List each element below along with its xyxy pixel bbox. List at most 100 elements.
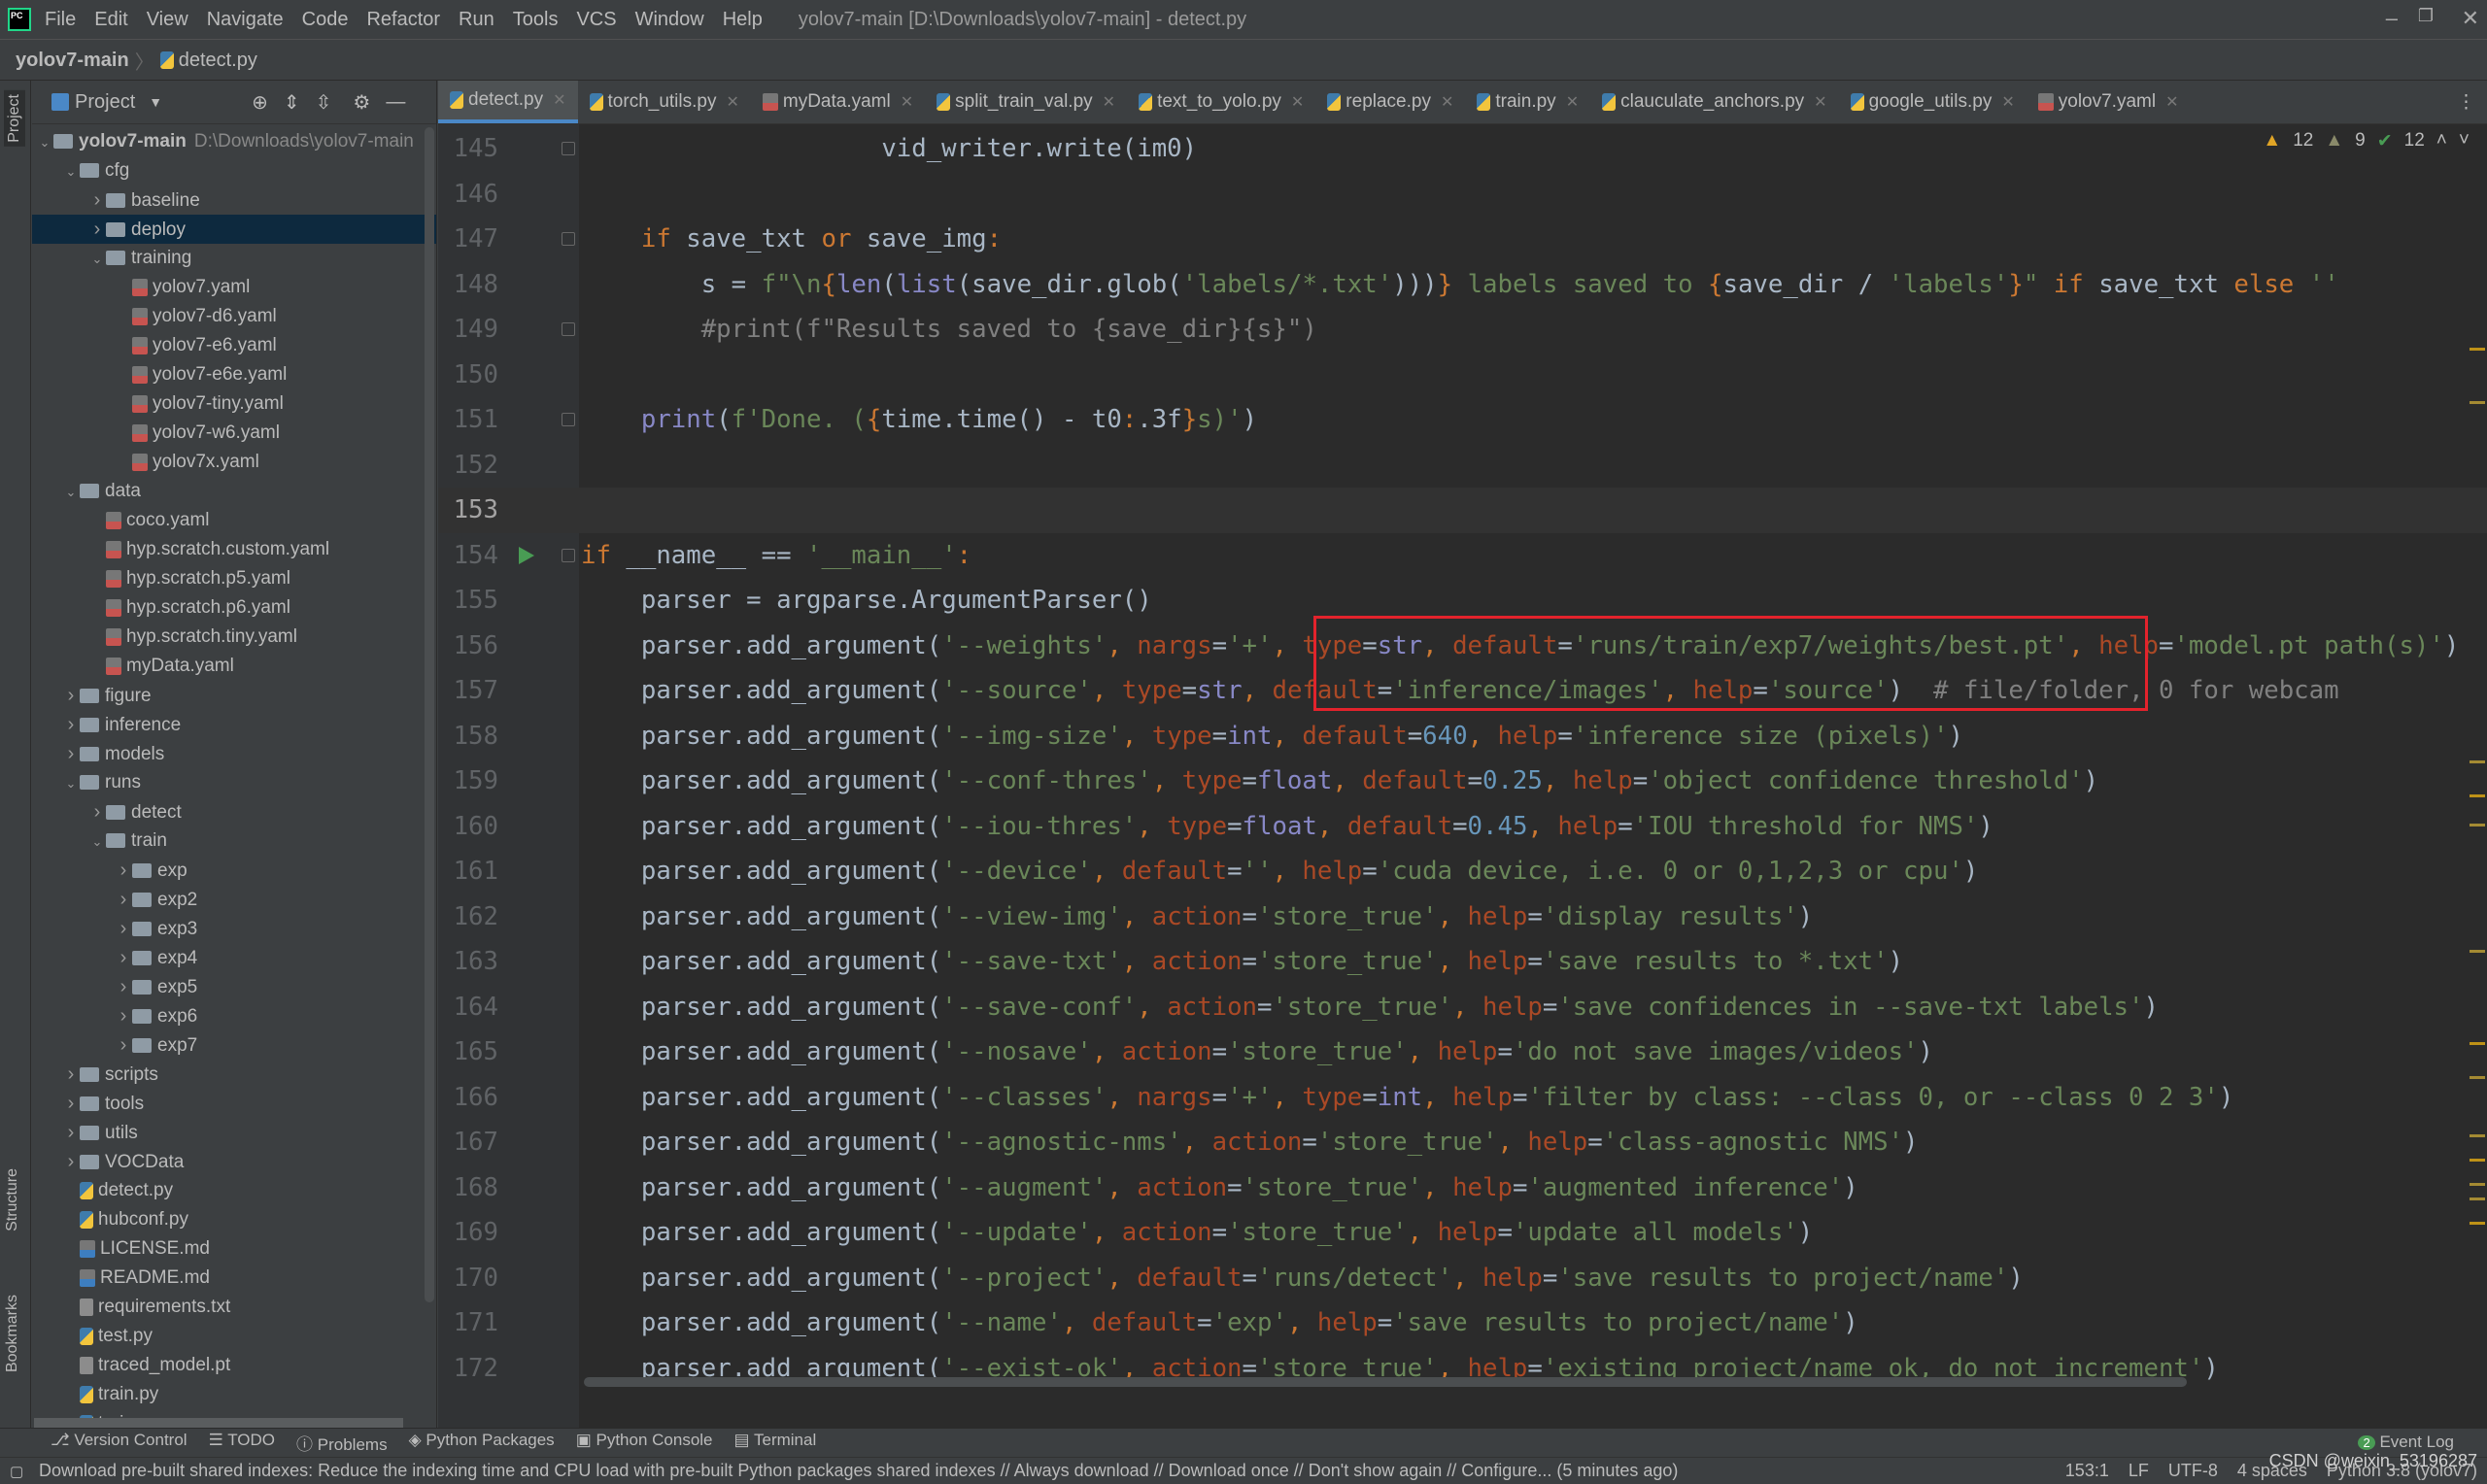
code-line[interactable]: 149 #print(f"Results saved to {save_dir}… (438, 307, 2487, 353)
code-line[interactable]: 150 (438, 353, 2487, 398)
chevron-right-icon[interactable]: › (115, 856, 132, 885)
menu-navigate[interactable]: Navigate (207, 9, 284, 31)
tree-item[interactable]: yolov7-w6.yaml (32, 419, 436, 448)
stripe-marker[interactable] (2470, 760, 2485, 763)
stripe-marker[interactable] (2470, 1042, 2485, 1045)
bookmarks-tool-button[interactable]: Bookmarks (4, 1295, 21, 1372)
menu-code[interactable]: Code (302, 9, 349, 31)
chevron-right-icon[interactable]: › (88, 215, 106, 244)
tab-yolov7-yaml[interactable]: yolov7.yaml ✕ (2027, 81, 2191, 123)
tree-item[interactable]: ⌄ training (32, 244, 436, 273)
menu-file[interactable]: File (45, 9, 76, 31)
tool-window-todo[interactable]: ☰ TODO (209, 1431, 275, 1455)
tree-item[interactable]: › VOCData (32, 1147, 436, 1176)
close-tab-icon[interactable]: ✕ (1566, 92, 1579, 112)
chevron-right-icon[interactable]: › (88, 186, 106, 215)
restore-button[interactable]: ❐ (2418, 6, 2434, 26)
code-editor[interactable]: 145 vid_writer.write(im0) 146 147 if save_… (438, 124, 2487, 1428)
expand-all-icon[interactable]: ⇕ (284, 90, 300, 115)
tree-item[interactable]: › models (32, 739, 436, 768)
stripe-marker[interactable] (2470, 348, 2485, 351)
tab-clauculate_anchors-py[interactable]: clauculate_anchors.py ✕ (1590, 81, 1838, 123)
menu-refactor[interactable]: Refactor (366, 9, 440, 31)
fold-marker-icon[interactable] (562, 232, 575, 246)
code-line[interactable]: 163 parser.add_argument('--save-txt', ac… (438, 939, 2487, 985)
close-tab-icon[interactable]: ✕ (553, 90, 565, 110)
tab-train-py[interactable]: train.py ✕ (1465, 81, 1590, 123)
close-tab-icon[interactable]: ✕ (1441, 92, 1453, 112)
tree-item[interactable]: › utils (32, 1118, 436, 1147)
tree-item[interactable]: yolov7-tiny.yaml (32, 389, 436, 419)
close-tab-icon[interactable]: ✕ (1814, 92, 1826, 112)
tree-item[interactable]: ⌄ yolov7-main D:\Downloads\yolov7-main (32, 127, 436, 156)
stripe-marker[interactable] (2470, 1183, 2485, 1186)
project-horizontal-scrollbar[interactable] (34, 1418, 403, 1428)
stripe-marker[interactable] (2470, 1222, 2485, 1225)
close-tab-icon[interactable]: ✕ (2001, 92, 2014, 112)
code-line[interactable]: 169 parser.add_argument('--update', acti… (438, 1210, 2487, 1256)
chevron-right-icon[interactable]: › (115, 1001, 132, 1030)
previous-highlight-icon[interactable]: ˄ (2436, 130, 2447, 152)
code-line[interactable]: 147 if save_txt or save_img: (438, 217, 2487, 262)
tree-item[interactable]: train.py (32, 1380, 436, 1409)
tree-item[interactable]: › scripts (32, 1060, 436, 1089)
chevron-right-icon[interactable]: › (62, 1060, 80, 1089)
tree-item[interactable]: › exp5 (32, 972, 436, 1001)
locate-icon[interactable]: ⊕ (252, 90, 268, 115)
chevron-down-icon[interactable]: ⌄ (88, 827, 106, 857)
fold-marker-icon[interactable] (562, 322, 575, 336)
code-line[interactable]: 165 parser.add_argument('--nosave', acti… (438, 1029, 2487, 1075)
menu-view[interactable]: View (147, 9, 188, 31)
close-tab-icon[interactable]: ✕ (901, 92, 913, 112)
code-line[interactable]: 148 s = f"\n{len(list(save_dir.glob('lab… (438, 262, 2487, 308)
project-scrollbar[interactable] (425, 127, 434, 1302)
close-tab-icon[interactable]: ✕ (1103, 92, 1115, 112)
caret-position[interactable]: 153:1 (2065, 1461, 2109, 1481)
close-tab-icon[interactable]: ✕ (726, 92, 738, 112)
chevron-right-icon[interactable]: › (115, 1030, 132, 1060)
chevron-down-icon[interactable]: ⌄ (62, 769, 80, 798)
error-stripe[interactable] (2466, 124, 2487, 1428)
chevron-down-icon[interactable]: ⌄ (62, 478, 80, 507)
inspection-widget[interactable]: ▲ 12 ▲ 9 ✔ 12 ˄ ˅ (2263, 130, 2470, 152)
menu-help[interactable]: Help (723, 9, 763, 31)
tree-item[interactable]: ⌄ data (32, 477, 436, 506)
tree-item[interactable]: › exp2 (32, 885, 436, 914)
run-gutter-icon[interactable] (519, 546, 534, 564)
event-log-button[interactable]: 2 Event Log (2358, 1433, 2454, 1452)
status-message[interactable]: Download pre-built shared indexes: Reduc… (39, 1461, 1678, 1481)
minimize-button[interactable]: – (2386, 6, 2398, 31)
editor-horizontal-scrollbar[interactable] (584, 1377, 2187, 1387)
code-line[interactable]: 167 parser.add_argument('--agnostic-nms'… (438, 1120, 2487, 1165)
code-line[interactable]: 153 (438, 488, 2487, 533)
code-line[interactable]: 160 parser.add_argument('--iou-thres', t… (438, 804, 2487, 850)
stripe-marker[interactable] (2470, 1134, 2485, 1137)
code-line[interactable]: 158 parser.add_argument('--img-size', ty… (438, 714, 2487, 759)
stripe-marker[interactable] (2470, 794, 2485, 797)
tree-item[interactable]: › exp (32, 856, 436, 885)
tree-item[interactable]: yolov7-e6.yaml (32, 331, 436, 360)
project-view-select[interactable]: Project (75, 91, 135, 114)
stripe-marker[interactable] (2470, 1076, 2485, 1079)
tree-item[interactable]: hyp.scratch.tiny.yaml (32, 623, 436, 652)
tab-detect-py[interactable]: detect.py ✕ (438, 81, 578, 123)
collapse-all-icon[interactable]: ⇳ (316, 90, 332, 115)
tree-item[interactable]: hyp.scratch.p5.yaml (32, 564, 436, 593)
tree-item[interactable]: › figure (32, 681, 436, 710)
tree-item[interactable]: › tools (32, 1089, 436, 1118)
tabs-more-icon[interactable]: ⋮ (2445, 81, 2487, 123)
stripe-marker[interactable] (2470, 824, 2485, 826)
chevron-down-icon[interactable]: ⌄ (62, 157, 80, 186)
structure-tool-button[interactable]: Structure (4, 1168, 21, 1231)
tool-window-python-console[interactable]: ▣ Python Console (576, 1431, 713, 1455)
line-separator[interactable]: LF (2129, 1461, 2149, 1481)
tree-item[interactable]: hyp.scratch.p6.yaml (32, 593, 436, 623)
chevron-right-icon[interactable]: › (62, 1089, 80, 1118)
tree-item[interactable]: › baseline (32, 186, 436, 215)
tree-item[interactable]: › exp6 (32, 1001, 436, 1030)
tree-item[interactable]: LICENSE.md (32, 1234, 436, 1264)
chevron-right-icon[interactable]: › (62, 1118, 80, 1147)
tree-item[interactable]: myData.yaml (32, 652, 436, 681)
tree-item[interactable]: detect.py (32, 1176, 436, 1205)
chevron-down-icon[interactable]: ⌄ (88, 245, 106, 274)
